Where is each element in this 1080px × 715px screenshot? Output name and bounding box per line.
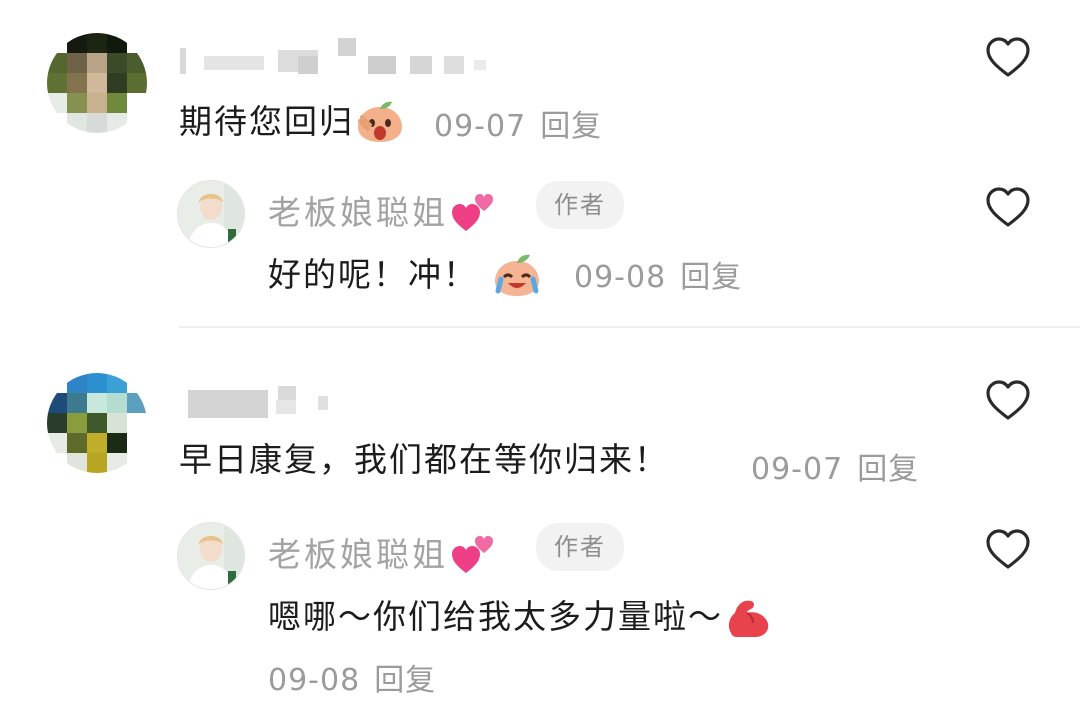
author-badge: 作者 xyxy=(536,523,624,571)
reply-meta: 09-08 回复 xyxy=(574,252,742,296)
reply-text: 好的呢！冲！ xyxy=(268,251,542,302)
pink-hearts-icon xyxy=(450,531,498,583)
comment-text: 期待您回归 xyxy=(179,99,404,148)
author-name[interactable]: 老板娘聪姐 xyxy=(268,528,498,583)
author-name[interactable]: 老板娘聪姐 xyxy=(268,186,498,241)
comment-meta: 09-07 回复 xyxy=(751,444,919,488)
reply-text-content: 嗯哪～你们给我太多力量啦～ xyxy=(268,597,723,636)
author-name-text: 老板娘聪姐 xyxy=(268,535,448,574)
heart-icon xyxy=(986,529,1030,569)
user-avatar-blurred[interactable] xyxy=(47,33,147,133)
like-button[interactable] xyxy=(984,526,1032,574)
heart-icon xyxy=(986,380,1030,420)
reply-button[interactable]: 回复 xyxy=(540,109,602,144)
reply-text: 嗯哪～你们给我太多力量啦～ xyxy=(268,593,773,644)
comment-date: 09-07 xyxy=(434,109,527,144)
reply-button[interactable]: 回复 xyxy=(857,452,919,487)
comment-divider xyxy=(179,326,1080,328)
like-button[interactable] xyxy=(984,377,1032,425)
comment-text: 早日康复，我们都在等你归来！ xyxy=(179,440,669,479)
peach-crying-icon xyxy=(492,251,542,302)
heart-icon xyxy=(986,187,1030,227)
reply-button[interactable]: 回复 xyxy=(680,260,742,295)
flexed-biceps-icon xyxy=(723,593,773,644)
reply-date: 09-08 xyxy=(574,260,667,295)
comment-meta: 09-07 回复 xyxy=(434,101,602,145)
pink-hearts-icon xyxy=(450,189,498,241)
author-name-text: 老板娘聪姐 xyxy=(268,193,448,232)
reply-date: 09-08 xyxy=(268,663,361,698)
author-badge: 作者 xyxy=(536,181,624,229)
heart-icon xyxy=(986,37,1030,77)
author-avatar[interactable] xyxy=(177,522,245,590)
like-button[interactable] xyxy=(984,184,1032,232)
comment-date: 09-07 xyxy=(751,452,844,487)
user-avatar-blurred[interactable] xyxy=(47,373,147,473)
comment-text-content: 期待您回归 xyxy=(179,102,354,141)
author-avatar[interactable] xyxy=(177,180,245,248)
username-blurred[interactable] xyxy=(178,38,508,78)
peach-shocked-emoji-icon xyxy=(356,99,404,148)
reply-button[interactable]: 回复 xyxy=(374,663,436,698)
reply-meta: 09-08 回复 xyxy=(268,655,436,699)
reply-text-content: 好的呢！冲！ xyxy=(268,255,478,294)
username-blurred[interactable] xyxy=(178,382,508,422)
like-button[interactable] xyxy=(984,34,1032,82)
